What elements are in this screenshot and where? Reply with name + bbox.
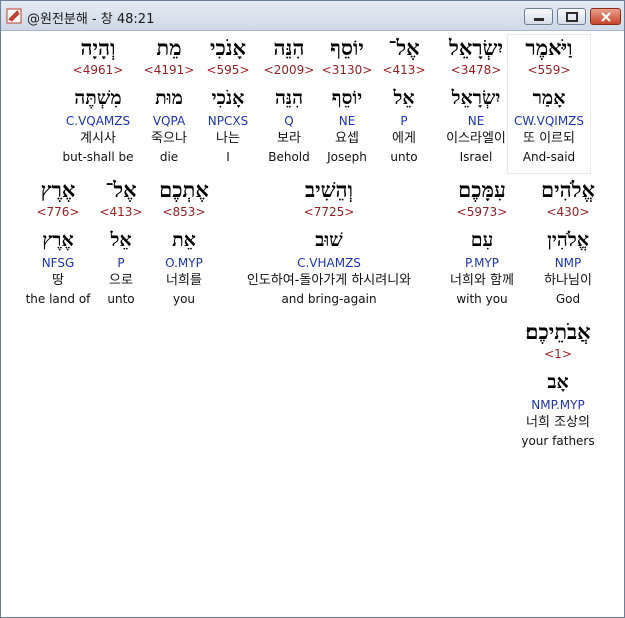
morphology-code: VQPA: [152, 114, 186, 128]
hebrew-word: אֱלֹהִים: [541, 177, 595, 202]
lemma: עִם: [470, 229, 494, 251]
english-gloss: die: [159, 150, 179, 164]
morphology-code: C.VQAMZS: [65, 114, 131, 128]
english-gloss: your fathers: [521, 434, 595, 448]
lemma: אֱלֹהִין: [547, 229, 589, 251]
korean-gloss: 땅: [52, 273, 64, 288]
morphology-code: C.VHAMZS: [297, 256, 361, 270]
word-9[interactable]: אֱלֹהִים <430> אֱלֹהִין NMP 하나님이 God: [527, 177, 609, 307]
lemma: אָמַר: [532, 87, 566, 109]
korean-gloss: 계시사: [80, 131, 116, 146]
lemma: מוּת: [155, 87, 183, 109]
hebrew-word: וְהָיָה: [80, 35, 116, 60]
strong-number: <776>: [36, 205, 80, 219]
close-button[interactable]: [590, 8, 621, 25]
hebrew-word: וְהֵשִׁיב: [305, 177, 353, 202]
morphology-code: CW.VQIMZS: [513, 114, 585, 128]
english-gloss: God: [555, 292, 581, 306]
english-gloss: Israel: [459, 150, 493, 164]
title-bar[interactable]: @원전분해 - 창 48:21: [1, 1, 624, 31]
korean-gloss: 너희와 함께: [450, 273, 514, 288]
lemma: אֶרֶץ: [42, 229, 74, 251]
strong-number: <5973>: [456, 205, 508, 219]
word-10[interactable]: עִמָּכֶם <5973> עִם P.MYP 너희와 함께 with yo…: [441, 177, 523, 307]
morphology-code: NE: [467, 114, 485, 128]
word-11[interactable]: וְהֵשִׁיב <7725> שׁוּב C.VHAMZS 인도하여-돌아가…: [219, 177, 439, 307]
morphology-code: P.MYP: [464, 256, 500, 270]
korean-gloss: 이스라엘이: [446, 131, 506, 146]
korean-gloss: 죽으나: [151, 131, 187, 146]
english-gloss: but-shall be: [62, 150, 134, 164]
app-window: @원전분해 - 창 48:21 וַיֹּאמֶר <559> אָמַר CW…: [0, 0, 625, 618]
strong-number: <7725>: [303, 205, 355, 219]
hebrew-word: אֲבֹתֵיכֶם׃: [525, 319, 591, 344]
english-gloss: with you: [456, 292, 508, 306]
korean-gloss: 또 이르되: [523, 131, 575, 146]
lemma: שׁוּב: [315, 229, 343, 251]
hebrew-word: אֶרֶץ: [40, 177, 76, 202]
strong-number: <4191>: [143, 63, 195, 77]
window-title: @원전분해 - 창 48:21: [27, 12, 155, 27]
korean-gloss: 인도하여-돌아가게 하시려니와: [246, 273, 412, 288]
minimize-button[interactable]: [524, 8, 553, 25]
english-gloss: and bring-again: [281, 292, 377, 306]
morphology-code: NMP: [554, 256, 582, 270]
strong-number: <4961>: [72, 63, 124, 77]
word-8[interactable]: וְהָיָה <4961> מִשְׁתֶּה C.VQAMZS 계시사 bu…: [57, 35, 139, 165]
strong-number: <3478>: [450, 63, 502, 77]
word-14[interactable]: אֶרֶץ <776> אֶרֶץ NFSG 땅 the land of: [17, 177, 99, 307]
strong-number: <430>: [546, 205, 590, 219]
korean-gloss: 하나님이: [544, 273, 592, 288]
interlinear-view: וַיֹּאמֶר <559> אָמַר CW.VQIMZS 또 이르되 An…: [2, 31, 623, 616]
maximize-button[interactable]: [557, 8, 586, 25]
strong-number: <1>: [544, 347, 572, 361]
english-gloss: And-said: [522, 150, 576, 164]
korean-gloss: 너희 조상의: [526, 415, 590, 430]
app-logo-icon: [6, 8, 22, 24]
hebrew-word: וַיֹּאמֶר: [525, 35, 573, 60]
word-15[interactable]: אֲבֹתֵיכֶם׃ <1> אָב NMP.MYP 너희 조상의 your …: [498, 319, 618, 449]
word-2[interactable]: יִשְׂרָאֵל <3478> יִשְׂרָאֵל NE 이스라엘이 Is…: [435, 35, 517, 165]
lemma: אָב: [547, 371, 569, 393]
morphology-code: NFSG: [41, 256, 75, 270]
hebrew-word: יִשְׂרָאֵל: [449, 35, 503, 60]
lemma: יִשְׂרָאֵל: [451, 87, 501, 109]
hebrew-word: מֵת: [156, 35, 182, 60]
morphology-code: NMP.MYP: [531, 398, 585, 412]
word-7[interactable]: מֵת <4191> מוּת VQPA 죽으나 die: [128, 35, 210, 165]
strong-number: <559>: [527, 63, 571, 77]
hebrew-word: עִמָּכֶם: [458, 177, 506, 202]
word-1[interactable]: וַיֹּאמֶר <559> אָמַר CW.VQIMZS 또 이르되 An…: [508, 35, 590, 173]
lemma: מִשְׁתֶּה: [74, 87, 122, 109]
english-gloss: the land of: [25, 292, 91, 306]
